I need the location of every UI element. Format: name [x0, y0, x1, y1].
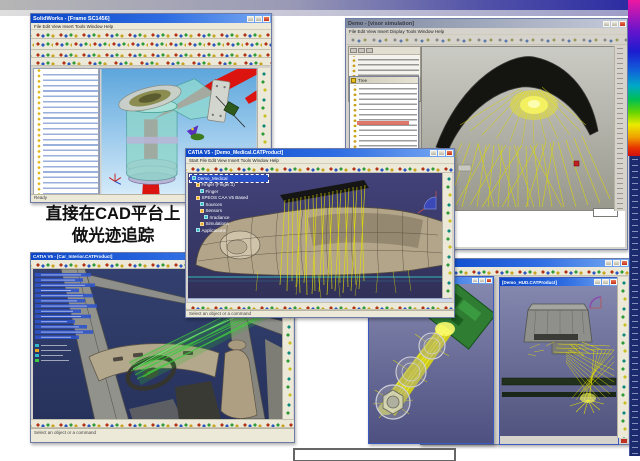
tree-rows[interactable] [350, 56, 419, 76]
viewport-body-shell[interactable]: Demo_MedicalFinger (Finger.1)FingerSPEOS… [188, 173, 444, 299]
toolbar-features[interactable] [31, 39, 271, 50]
maximize-button[interactable] [255, 16, 262, 22]
tree-item-icon [196, 228, 200, 232]
child-titlebar[interactable]: [Demo_HUD.CATProduct] [500, 278, 618, 286]
close-button[interactable] [619, 21, 626, 27]
toolbar[interactable] [346, 35, 627, 45]
right-toolbar[interactable] [442, 173, 452, 299]
menu-bar[interactable]: Start File Edit View Insert Tools Window… [186, 157, 454, 164]
titlebar[interactable]: SolidWorks - [Frame SC1456] [31, 14, 271, 23]
viewport-hud-projector[interactable] [500, 286, 618, 436]
tree-item[interactable]: Applications [190, 227, 268, 234]
minimize-button[interactable] [247, 16, 254, 22]
spectrum-colorbar [628, 0, 640, 156]
minimize-button[interactable] [472, 278, 478, 283]
panel-toolbar[interactable] [349, 47, 420, 55]
power-input-toolbar[interactable] [186, 302, 454, 310]
palette-icon [351, 78, 356, 83]
close-button[interactable] [446, 150, 453, 156]
window-buttons [594, 279, 618, 285]
caption-box [293, 448, 456, 461]
window-title: SolidWorks - [Frame SC1456] [31, 16, 247, 22]
status-bar: Select an object or a command [31, 428, 294, 442]
child-window-title: [Demo_HUD.CATProduct] [500, 280, 594, 285]
minimize-button[interactable] [430, 150, 437, 156]
tree-item-icon [200, 189, 204, 193]
status-bar: Select an object or a command [186, 310, 454, 317]
maximize-button[interactable] [602, 279, 609, 285]
tree-item-icon [196, 196, 200, 200]
window-buttons [605, 260, 629, 266]
close-button[interactable] [610, 279, 617, 285]
minimize-button[interactable] [594, 279, 601, 285]
maximize-button[interactable] [438, 150, 445, 156]
child-window-hud-projector: [Demo_HUD.CATProduct] [499, 277, 619, 445]
tree-item-icon [200, 222, 204, 226]
tree-item-icon [200, 202, 204, 206]
slide-top-gradient-bar [0, 0, 640, 10]
offscreen-window-edge [629, 156, 640, 456]
specification-tree[interactable]: Demo_MedicalFinger (Finger.1)FingerSPEOS… [190, 175, 268, 234]
bottom-toolbar[interactable] [31, 419, 294, 428]
toolbar-sketch[interactable] [31, 58, 271, 66]
selected-tree-row[interactable] [357, 121, 409, 125]
tree-item-icon [192, 176, 196, 180]
window-buttons [430, 150, 454, 156]
tree-item-icon [196, 183, 200, 187]
floating-tree-palette[interactable]: Tree [349, 76, 419, 153]
presentation-slide: Demo - [visor simulation] File Edit View… [0, 0, 640, 461]
ray-hotspot [580, 393, 596, 403]
titlebar[interactable]: CATIA V5 - [Demo_Medical.CATProduct] [186, 149, 454, 157]
caption-line-1: 直接在CAD平台上 [28, 203, 198, 225]
panel-tool-icon[interactable] [358, 48, 365, 53]
titlebar[interactable]: Demo - [visor simulation] [346, 19, 627, 28]
caption-line-2: 做光迹追踪 [28, 225, 198, 247]
panel-tool-icon[interactable] [366, 48, 373, 53]
right-toolbar[interactable] [617, 277, 628, 438]
minimize-button[interactable] [603, 21, 610, 27]
window-title: CATIA V5 - [Demo_Medical.CATProduct] [186, 150, 430, 156]
window-buttons [247, 16, 271, 22]
minimize-button[interactable] [605, 260, 612, 266]
menu-bar[interactable]: File Edit View Insert Tools Window Help [31, 23, 271, 30]
window-title: Demo - [visor simulation] [346, 21, 603, 27]
panel-tool-icon[interactable] [350, 48, 357, 53]
menu-bar[interactable]: File Edit View Insert Display Tools Wind… [346, 28, 627, 35]
palette-titlebar[interactable]: Tree [350, 77, 418, 84]
resize-grip[interactable] [621, 439, 627, 443]
toolbar-view[interactable] [31, 50, 271, 58]
nav-chip[interactable] [458, 165, 471, 171]
toolbar[interactable] [186, 164, 454, 173]
right-scrollbar[interactable] [614, 46, 625, 211]
hotspot-glow [510, 90, 558, 120]
maximize-button[interactable] [479, 278, 485, 283]
slide-caption: 直接在CAD平台上 做光迹追踪 [28, 203, 198, 247]
tree-item-icon [204, 215, 208, 219]
palette-tree-rows[interactable] [351, 85, 417, 151]
close-button[interactable] [486, 278, 492, 283]
window-catia-medical: CATIA V5 - [Demo_Medical.CATProduct] Sta… [185, 148, 455, 318]
close-button[interactable] [621, 260, 628, 266]
close-button[interactable] [263, 16, 270, 22]
feature-tree[interactable] [33, 68, 99, 196]
maximize-button[interactable] [613, 260, 620, 266]
maximize-button[interactable] [611, 21, 618, 27]
marker-icon[interactable] [574, 161, 579, 166]
window-buttons [472, 278, 493, 283]
palette-title: Tree [358, 78, 367, 83]
toolbar-standard[interactable] [31, 30, 271, 39]
tree-item-icon [200, 209, 204, 213]
window-buttons [603, 21, 627, 27]
